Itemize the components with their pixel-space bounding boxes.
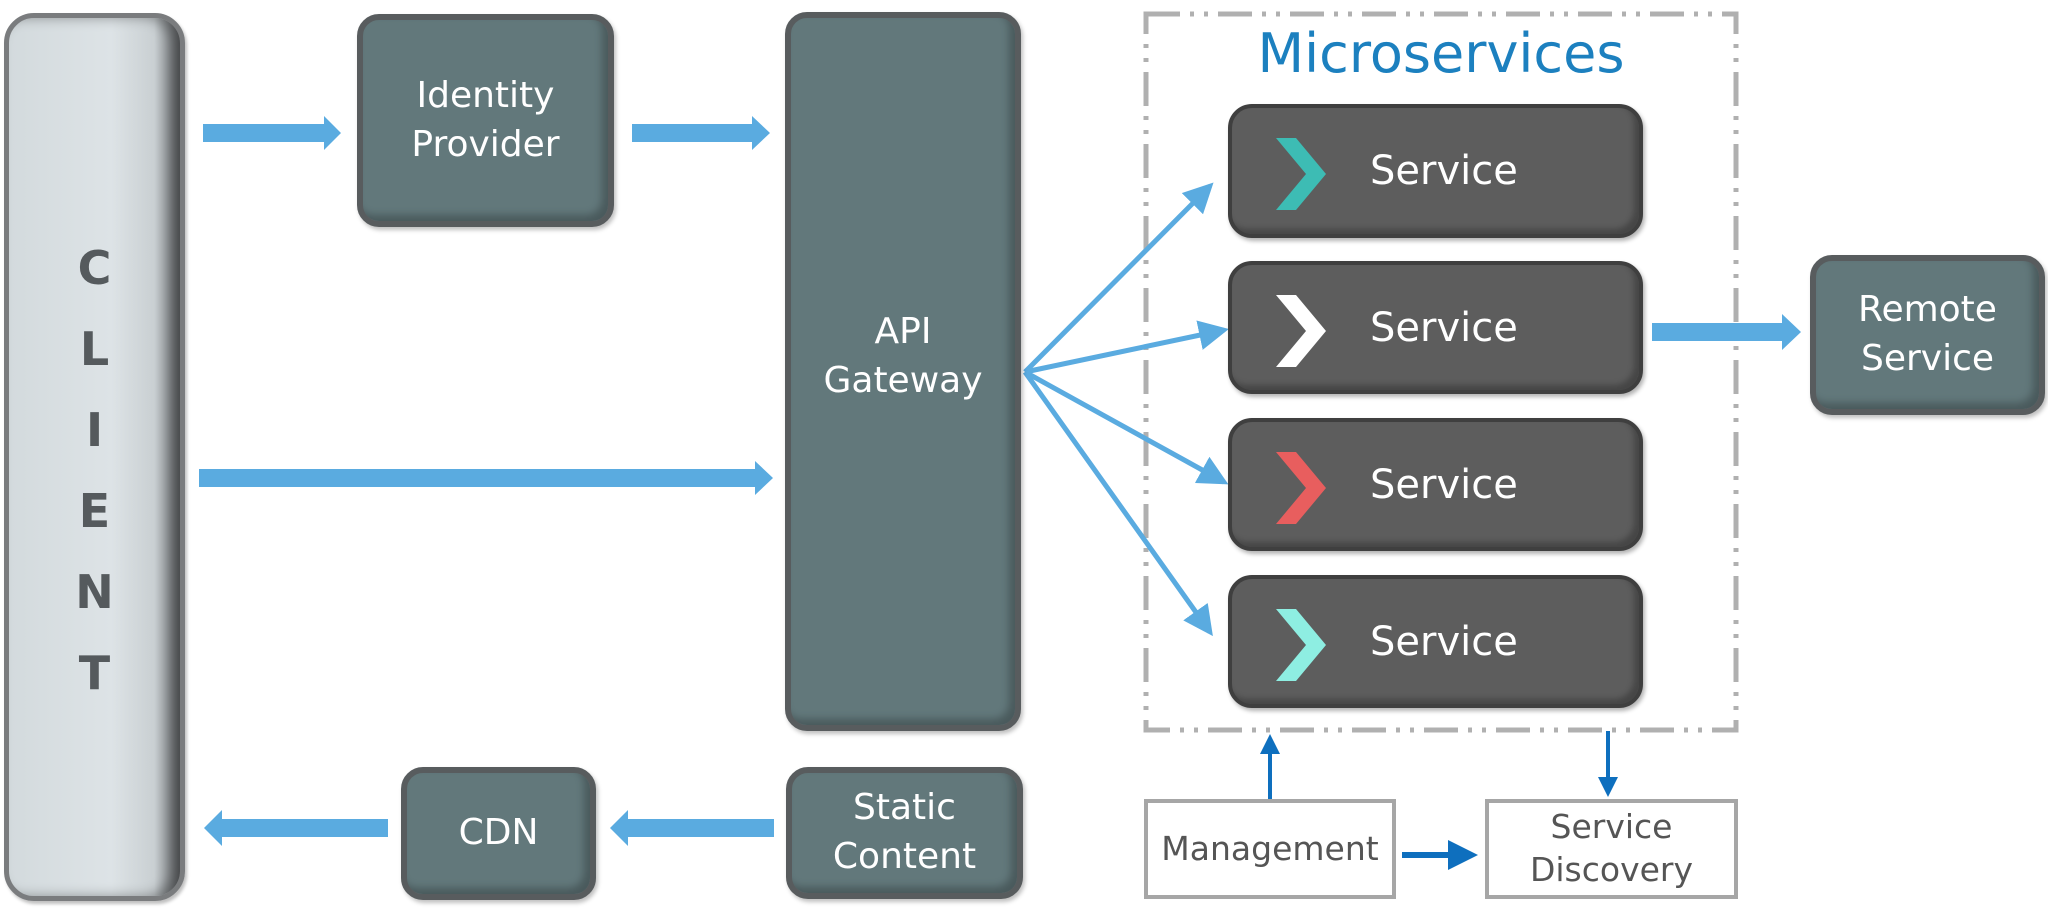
api-gateway-box[interactable]: API Gateway [785,12,1021,731]
chevron-shape [1276,138,1326,210]
client-letter: E [78,484,111,538]
service-discovery-label-line1: Service [1550,807,1673,847]
arrow-client-to-gateway [199,461,773,495]
management-box[interactable]: Management [1144,799,1396,899]
service-box-2[interactable]: Service [1228,261,1643,394]
service-label: Service [1370,461,1518,508]
api-gateway-label-line1: API [874,310,932,352]
microservices-title: Microservices [1257,22,1625,85]
cdn-label: CDN [458,812,539,854]
service-label: Service [1370,618,1518,665]
service-box-3[interactable]: Service [1228,418,1643,551]
client-letter: L [79,322,110,376]
arrow-service-to-remote [1652,314,1801,350]
chevron-shape [1276,295,1326,367]
identity-provider-label-line2: Provider [411,123,560,165]
static-content-box[interactable]: Static Content [786,767,1023,899]
arrow-static-to-cdn [610,810,774,846]
static-content-label-line1: Static [853,787,956,829]
client-panel[interactable]: C L I E N T [4,13,185,901]
management-label: Management [1161,828,1379,868]
service-discovery-box[interactable]: Service Discovery [1485,799,1738,899]
chevron-shape [1276,609,1326,681]
arrow-gateway-to-service-3 [1023,369,1229,485]
client-letter: C [77,241,112,295]
api-gateway-label-line2: Gateway [823,359,983,401]
client-letter: N [75,565,114,619]
arrow-gateway-to-service-1 [1023,182,1214,374]
service-label: Service [1370,148,1518,194]
client-label: C L I E N T [9,228,180,714]
arrow-identity-to-gateway [632,116,770,150]
client-letter: I [85,403,104,457]
remote-service-box[interactable]: Remote Service [1810,255,2045,415]
identity-provider-box[interactable]: Identity Provider [357,14,614,227]
static-content-label-line2: Content [832,836,977,877]
service-box-1[interactable]: Service [1228,104,1643,238]
chevron-icon [1276,138,1326,210]
chevron-icon [1276,295,1326,367]
service-box-4[interactable]: Service [1228,575,1643,708]
arrow-gateway-to-service-2 [1024,320,1229,375]
cdn-box[interactable]: CDN [401,767,596,900]
client-letter: T [78,646,111,700]
chevron-icon [1276,452,1326,524]
chevron-icon [1276,609,1326,681]
remote-service-label-line2: Service [1860,338,1995,379]
chevron-shape [1276,452,1326,524]
arrow-cdn-to-client [204,810,388,846]
arrow-gateway-to-service-4 [1022,370,1213,637]
connector-layer [199,11,1801,870]
remote-service-label-line1: Remote [1858,289,1997,331]
identity-provider-label-line1: Identity [416,74,555,116]
service-discovery-label-line2: Discovery [1529,850,1694,889]
arrow-client-to-identity [203,116,341,150]
service-label: Service [1370,304,1518,351]
